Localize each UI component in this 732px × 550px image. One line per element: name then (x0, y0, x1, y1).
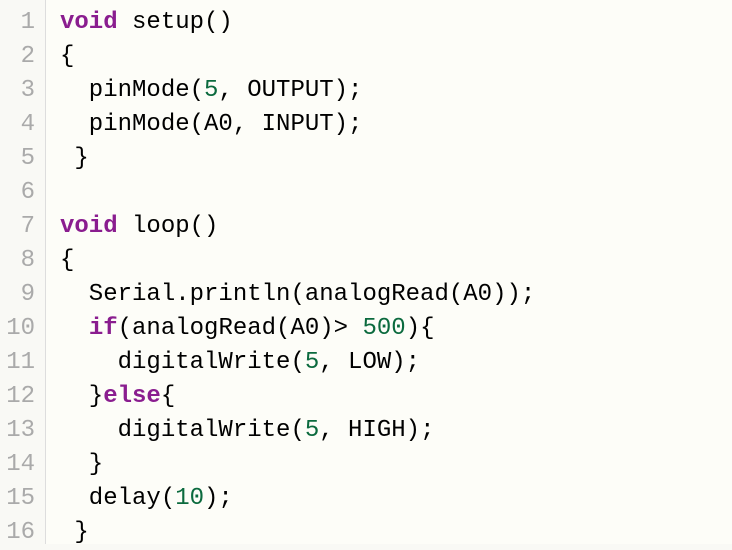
line-number-gutter: 12345678910111213141516 (0, 0, 46, 544)
code-line: { (60, 40, 732, 74)
line-number: 4 (6, 108, 35, 142)
token-plain: Serial.println(analogRead(A0)); (60, 281, 535, 308)
code-line: { (60, 244, 732, 278)
token-plain: , LOW); (319, 349, 420, 376)
token-plain: } (60, 451, 103, 478)
code-line: void loop() (60, 210, 732, 244)
code-line: }else{ (60, 380, 732, 414)
token-plain: } (60, 145, 89, 172)
token-plain: ); (204, 485, 233, 512)
token-plain: (analogRead(A0)> (118, 315, 363, 342)
token-kw: if (89, 315, 118, 342)
code-line: digitalWrite(5, LOW); (60, 346, 732, 380)
line-number: 8 (6, 244, 35, 278)
line-number: 15 (6, 482, 35, 516)
line-number: 2 (6, 40, 35, 74)
code-line: digitalWrite(5, HIGH); (60, 414, 732, 448)
line-number: 13 (6, 414, 35, 448)
token-plain: digitalWrite( (60, 417, 305, 444)
token-plain: setup() (118, 9, 233, 36)
token-plain: , OUTPUT); (218, 77, 362, 104)
token-plain: } (60, 519, 89, 546)
token-plain: digitalWrite( (60, 349, 305, 376)
token-plain: ){ (406, 315, 435, 342)
code-area: void setup(){ pinMode(5, OUTPUT); pinMod… (46, 0, 732, 544)
line-number: 10 (6, 312, 35, 346)
token-kw: else (103, 383, 161, 410)
token-kw: void (60, 9, 118, 36)
token-plain: pinMode( (60, 77, 204, 104)
token-kw: void (60, 213, 118, 240)
token-num: 5 (305, 417, 319, 444)
token-plain: pinMode(A0, INPUT); (60, 111, 362, 138)
line-number: 5 (6, 142, 35, 176)
code-line: delay(10); (60, 482, 732, 516)
line-number: 11 (6, 346, 35, 380)
token-plain: { (161, 383, 175, 410)
token-plain: , HIGH); (319, 417, 434, 444)
code-editor: 12345678910111213141516 void setup(){ pi… (0, 0, 732, 544)
code-line: Serial.println(analogRead(A0)); (60, 278, 732, 312)
token-num: 500 (362, 315, 405, 342)
code-line: } (60, 142, 732, 176)
code-line: void setup() (60, 6, 732, 40)
code-line: pinMode(5, OUTPUT); (60, 74, 732, 108)
line-number: 3 (6, 74, 35, 108)
code-line: pinMode(A0, INPUT); (60, 108, 732, 142)
token-num: 5 (204, 77, 218, 104)
token-plain: { (60, 43, 74, 70)
token-plain: delay( (60, 485, 175, 512)
line-number: 1 (6, 6, 35, 40)
token-plain: { (60, 247, 74, 274)
line-number: 6 (6, 176, 35, 210)
token-plain: } (60, 383, 103, 410)
token-plain (60, 315, 89, 342)
token-plain: loop() (118, 213, 219, 240)
token-num: 5 (305, 349, 319, 376)
line-number: 7 (6, 210, 35, 244)
token-num: 10 (175, 485, 204, 512)
code-line: } (60, 448, 732, 482)
code-line: if(analogRead(A0)> 500){ (60, 312, 732, 346)
code-line (60, 176, 732, 210)
line-number: 12 (6, 380, 35, 414)
line-number: 9 (6, 278, 35, 312)
code-line: } (60, 516, 732, 550)
line-number: 14 (6, 448, 35, 482)
line-number: 16 (6, 516, 35, 550)
